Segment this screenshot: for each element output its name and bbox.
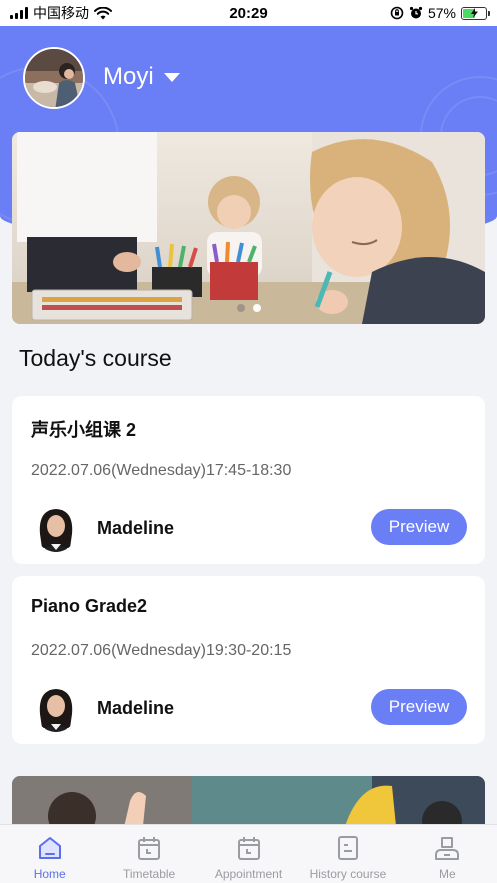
tab-me[interactable]: Me [398, 825, 497, 883]
course-card[interactable]: 声乐小组课 2 2022.07.06(Wednesday)17:45-18:30… [12, 396, 485, 564]
tab-label: Appointment [214, 867, 283, 881]
course-time: 2022.07.06(Wednesday)17:45-18:30 [31, 462, 292, 479]
teacher-avatar [34, 684, 78, 732]
preview-button[interactable]: Preview [371, 509, 467, 545]
course-name: Piano Grade2 [31, 596, 148, 616]
carousel-indicator [12, 304, 485, 312]
banner-carousel[interactable] [12, 132, 485, 324]
tab-bar: Home Timetable Appointment History cours… [0, 824, 497, 883]
alarm-icon [409, 6, 423, 19]
status-bar: 中国移动 20:29 57% [0, 0, 497, 26]
tab-appointment[interactable]: Appointment [199, 825, 298, 883]
status-time: 20:29 [229, 4, 268, 22]
section-title: Today's course [19, 345, 172, 371]
course-time: 2022.07.06(Wednesday)19:30-20:15 [31, 642, 292, 659]
tab-label: History course [309, 867, 387, 881]
battery-icon [461, 6, 490, 20]
calendar-check-icon [237, 837, 260, 860]
username: Moyi [103, 63, 154, 90]
user-avatar[interactable] [23, 47, 85, 109]
course-card[interactable]: Piano Grade2 2022.07.06(Wednesday)19:30-… [12, 576, 485, 744]
tab-label: Home [33, 867, 66, 881]
preview-button[interactable]: Preview [371, 689, 467, 725]
wifi-icon [94, 6, 112, 19]
carousel-dot[interactable] [252, 304, 261, 312]
user-switcher[interactable]: Moyi [103, 63, 180, 91]
tab-label: Me [438, 867, 456, 881]
tab-label: Timetable [122, 867, 176, 881]
document-icon [337, 836, 358, 860]
tab-timetable[interactable]: Timetable [99, 825, 198, 883]
course-name: 声乐小组课 2 [31, 420, 137, 440]
carrier-label: 中国移动 [33, 5, 89, 21]
battery-percent: 57% [427, 5, 456, 21]
teacher-avatar [34, 504, 78, 552]
tab-home[interactable]: Home [0, 825, 99, 883]
calendar-icon [138, 837, 161, 860]
screen-lock-icon [390, 6, 404, 20]
person-icon [435, 837, 460, 860]
caret-down-icon [163, 72, 180, 82]
home-icon [38, 837, 61, 859]
tab-history-course[interactable]: History course [298, 825, 397, 883]
teacher-name: Madeline [97, 698, 175, 718]
carousel-dot[interactable] [236, 304, 245, 312]
signal-icon [10, 7, 28, 19]
teacher-name: Madeline [97, 518, 175, 538]
